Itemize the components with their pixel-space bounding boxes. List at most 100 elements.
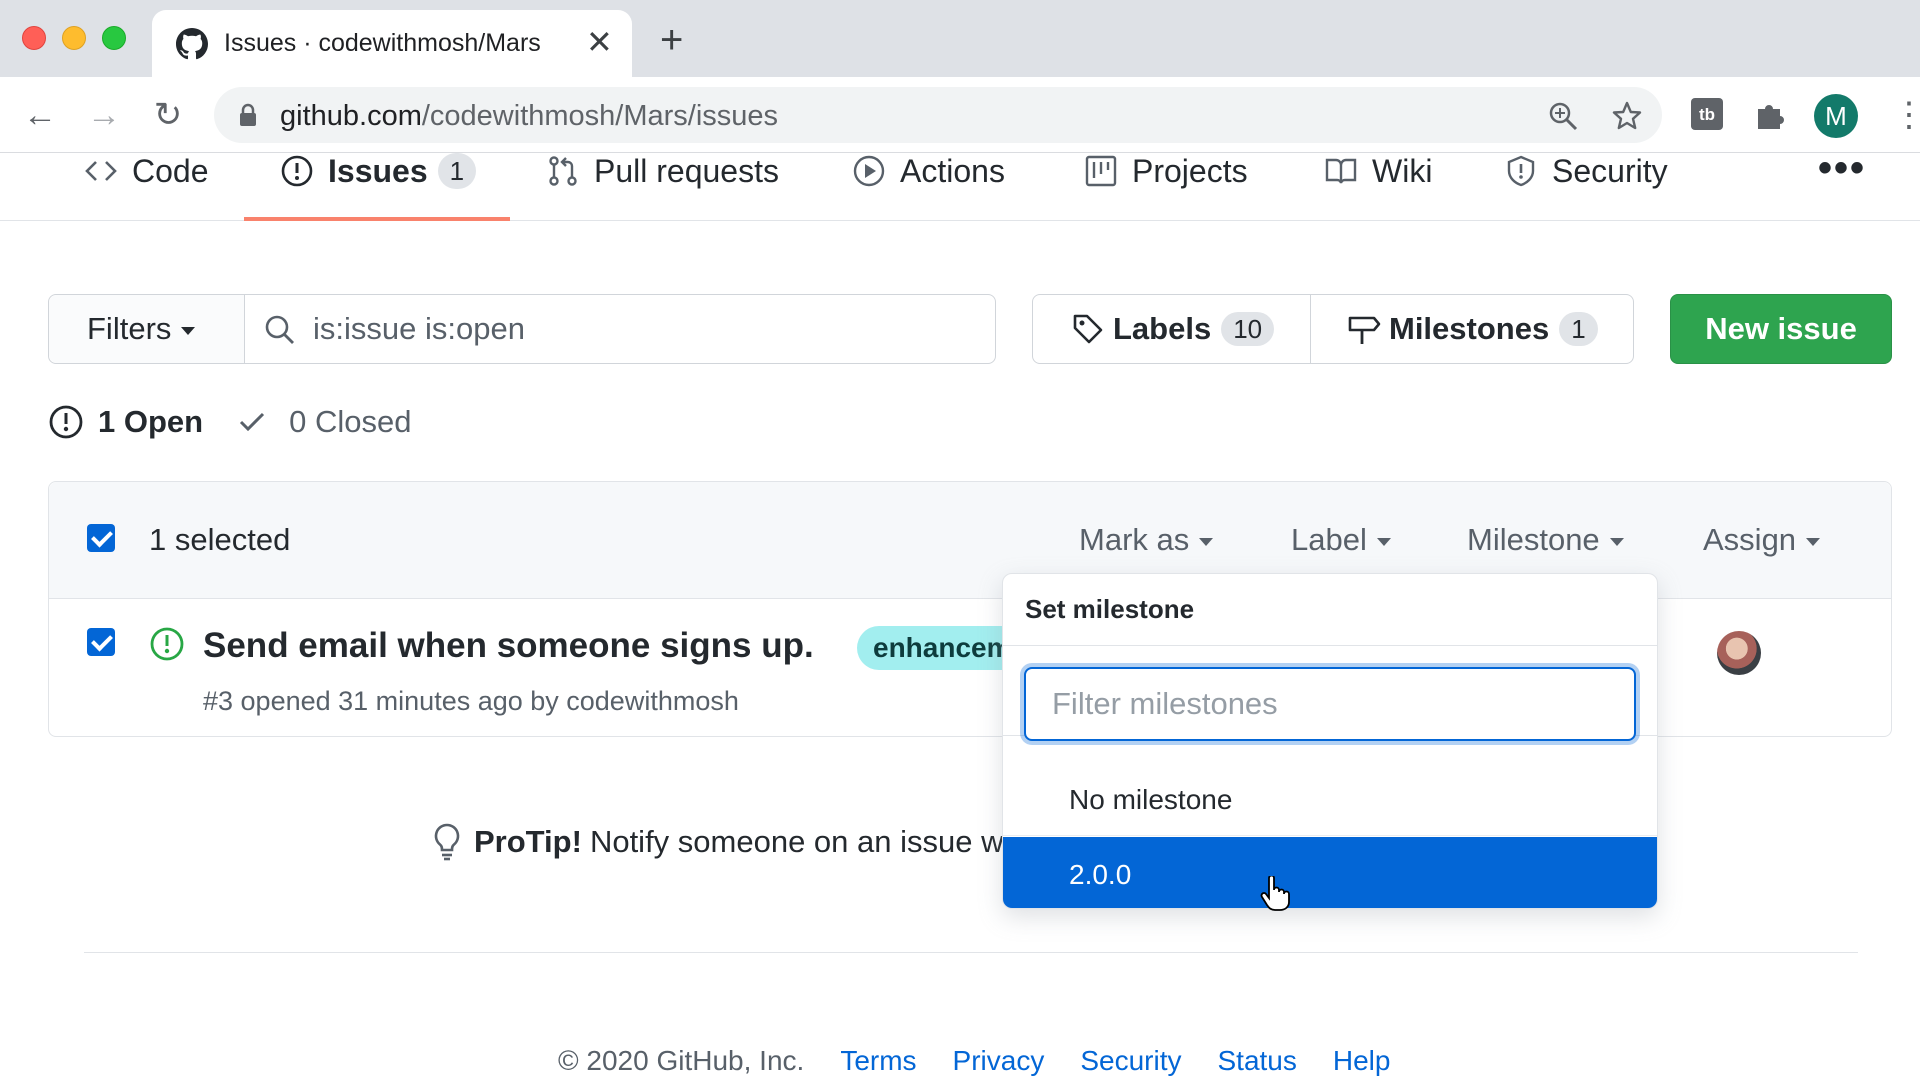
browser-tab[interactable]: Issues · codewithmosh/Mars ✕ [152,10,632,77]
select-all-checkbox[interactable] [87,524,115,552]
url-path: /codewithmosh/Mars/issues [421,100,779,132]
label-menu[interactable]: Label [1291,522,1391,558]
play-icon [853,155,885,187]
search-icon [265,315,294,344]
issues-count-badge: 1 [437,153,477,189]
tab-projects-label: Projects [1132,153,1248,189]
tab-code[interactable]: Code [84,153,209,221]
book-icon [1325,158,1357,184]
tab-code-label: Code [132,153,209,189]
protip: ProTip! Notify someone on an issue w [432,822,1004,862]
open-issues-link[interactable]: 1 Open [48,404,203,440]
forward-arrow-icon[interactable]: → [84,95,124,135]
browser-tab-bar: Issues · codewithmosh/Mars ✕ + [0,0,1920,77]
closed-issues-link[interactable]: 0 Closed [237,404,411,440]
shield-icon [1507,155,1535,187]
filters-button[interactable]: Filters [49,295,245,363]
tab-pull-requests-label: Pull requests [594,153,779,189]
url-text: github.com/codewithmosh/Mars/issues [280,100,778,133]
footer-link-status[interactable]: Status [1218,1045,1297,1077]
milestones-button[interactable]: Milestones 1 [1311,295,1633,363]
pull-request-icon [549,156,577,186]
footer-link-help[interactable]: Help [1333,1045,1391,1077]
project-board-icon [1085,155,1117,187]
mark-as-menu[interactable]: Mark as [1079,522,1214,558]
profile-avatar[interactable]: M [1814,94,1858,138]
caret-down-icon [181,326,196,335]
repo-nav: Code Issues 1 Pull requests Actions Proj… [0,148,1920,221]
extensions-puzzle-icon[interactable] [1754,97,1788,131]
extension-tb-icon[interactable]: tb [1690,97,1724,131]
new-issue-button[interactable]: New issue [1670,294,1892,364]
more-icon[interactable]: ••• [1818,148,1866,188]
close-window-button[interactable] [22,26,46,50]
filters-search-group: Filters [48,294,996,364]
search-box [245,295,995,363]
browser-menu-icon[interactable]: ⋮ [1892,95,1920,135]
check-icon [240,412,265,432]
issue-meta: #3 opened 31 minutes ago by codewithmosh [203,686,739,716]
code-icon [85,161,117,181]
selected-count: 1 selected [149,522,291,557]
reload-icon[interactable]: ↻ [148,95,188,135]
new-tab-icon[interactable]: + [660,20,683,60]
footer-link-security[interactable]: Security [1080,1045,1181,1077]
url-host: github.com [280,100,422,132]
selected-tab-underline [244,217,510,221]
maximize-window-button[interactable] [102,26,126,50]
hand-cursor-icon [1260,876,1290,911]
tab-issues[interactable]: Issues 1 [280,153,477,221]
labels-milestones-group: Labels 10 Milestones 1 [1032,294,1634,364]
tab-security-label: Security [1552,153,1668,189]
milestones-label: Milestones [1389,311,1550,346]
back-arrow-icon[interactable]: ← [20,95,60,135]
mark-as-label: Mark as [1079,522,1190,557]
footer-link-privacy[interactable]: Privacy [953,1045,1045,1077]
labels-button[interactable]: Labels 10 [1033,295,1311,363]
svg-text:tb: tb [1699,105,1715,124]
bookmark-star-icon[interactable] [1612,101,1642,131]
tag-icon [1073,314,1103,344]
protip-bold: ProTip! [474,824,582,859]
assign-menu[interactable]: Assign [1703,522,1821,558]
tab-issues-label: Issues [328,153,428,189]
footer-link-terms[interactable]: Terms [840,1045,916,1077]
caret-down-icon [1609,537,1624,546]
zoom-icon[interactable] [1548,101,1578,131]
tab-actions[interactable]: Actions [852,153,1005,221]
footer-copyright: © 2020 GitHub, Inc. [558,1045,805,1076]
assignee-avatar[interactable] [1717,631,1761,675]
milestone-icon [1348,316,1381,344]
browser-toolbar: ← → ↻ github.com/codewithmosh/Mars/issue… [0,77,1920,153]
issues-search-input[interactable] [313,295,973,363]
issue-opened-icon [49,405,83,439]
closed-count-label: 0 Closed [289,404,412,439]
tab-title: Issues · codewithmosh/Mars [224,29,541,57]
milestone-option-none[interactable]: No milestone [1003,762,1657,836]
footer-divider [84,952,1858,953]
minimize-window-button[interactable] [62,26,86,50]
tab-security[interactable]: Security [1504,153,1668,221]
filter-milestones-input[interactable] [1024,667,1636,741]
issue-opened-icon [281,155,313,187]
milestone-menu[interactable]: Milestone [1467,522,1624,558]
issue-checkbox[interactable] [87,628,115,656]
tab-pull-requests[interactable]: Pull requests [546,153,779,221]
tab-wiki[interactable]: Wiki [1324,153,1432,221]
address-bar[interactable]: github.com/codewithmosh/Mars/issues [214,87,1662,143]
labels-label: Labels [1113,311,1212,346]
caret-down-icon [1806,537,1821,546]
milestones-count-badge: 1 [1559,312,1598,346]
tab-projects[interactable]: Projects [1084,153,1248,221]
milestone-option-2-0-0[interactable]: 2.0.0 [1003,837,1657,908]
close-tab-icon[interactable]: ✕ [586,24,613,60]
open-count-label: 1 Open [98,404,204,439]
footer: © 2020 GitHub, Inc. Terms Privacy Securi… [558,1045,1426,1077]
issue-opened-icon [150,627,184,661]
issue-title-link[interactable]: Send email when someone signs up. [203,626,814,666]
assign-menu-label: Assign [1703,522,1797,557]
caret-down-icon [1376,537,1391,546]
issue-states: 1 Open 0 Closed [48,400,411,444]
dropdown-title: Set milestone [1003,574,1657,646]
tab-actions-label: Actions [900,153,1005,189]
